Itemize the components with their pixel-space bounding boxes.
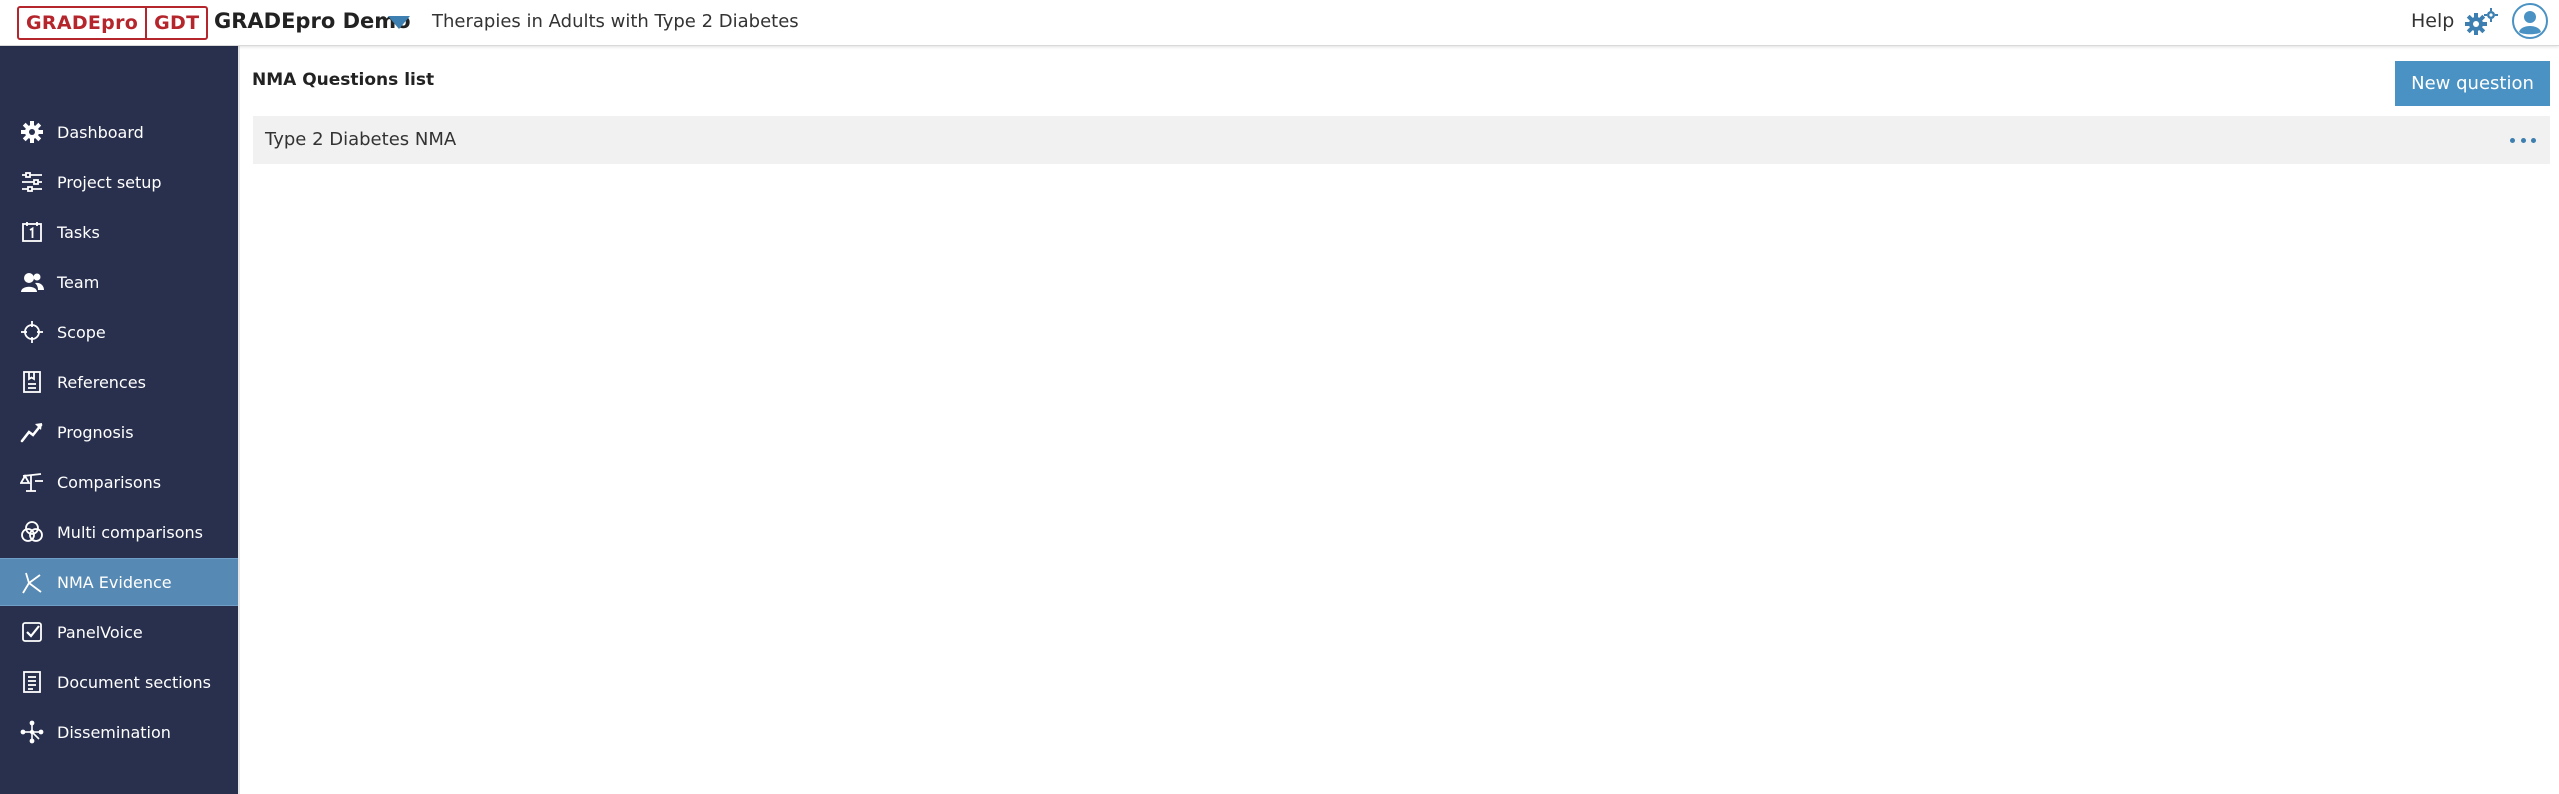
sidebar-item-dashboard[interactable]: Dashboard (0, 108, 238, 156)
logo-text-right: GDT (145, 8, 206, 38)
sidebar-item-label: Team (57, 272, 100, 292)
sidebar-item-prognosis[interactable]: Prognosis (0, 408, 238, 456)
sidebar-item-label: Dissemination (57, 722, 171, 742)
user-avatar-icon[interactable] (2512, 3, 2548, 39)
sidebar-item-document-sections[interactable]: Document sections (0, 658, 238, 706)
sidebar-item-dissemination[interactable]: Dissemination (0, 708, 238, 756)
share-nodes-icon (20, 720, 44, 744)
sidebar-item-project-setup[interactable]: Project setup (0, 158, 238, 206)
sidebar-item-scope[interactable]: Scope (0, 308, 238, 356)
sidebar-item-team[interactable]: Team (0, 258, 238, 306)
question-row[interactable]: Type 2 Diabetes NMA (253, 116, 2550, 164)
sidebar-item-label: PanelVoice (57, 622, 143, 642)
sidebar-item-label: Scope (57, 322, 106, 342)
checkbox-icon (20, 620, 44, 644)
more-dot (2520, 137, 2526, 143)
sidebar-item-label: Dashboard (57, 122, 144, 142)
scale-icon (20, 470, 44, 494)
gears-icon[interactable] (2462, 7, 2500, 37)
help-link[interactable]: Help (2411, 10, 2454, 32)
sidebar-item-label: Comparisons (57, 472, 162, 492)
calendar-icon (20, 220, 44, 244)
trend-icon (20, 420, 44, 444)
question-title: Type 2 Diabetes NMA (265, 129, 457, 150)
sidebar-item-label: Document sections (57, 672, 211, 692)
sidebar-item-multi-comparisons[interactable]: Multi comparisons (0, 508, 238, 556)
sidebar-item-label: NMA Evidence (57, 572, 172, 592)
top-bar: GRADEpro GDT GRADEpro Demo Therapies in … (0, 0, 2559, 46)
sidebar-item-label: Prognosis (57, 422, 134, 442)
sliders-icon (20, 170, 44, 194)
new-question-button[interactable]: New question (2395, 61, 2550, 106)
sidebar-item-label: Tasks (57, 222, 100, 242)
sidebar-item-panelvoice[interactable]: PanelVoice (0, 608, 238, 656)
gradepro-logo[interactable]: GRADEpro GDT (17, 6, 209, 40)
project-name[interactable]: GRADEpro Demo (214, 9, 411, 33)
sidebar-item-nma-evidence[interactable]: NMA Evidence (0, 558, 238, 606)
more-horizontal-icon[interactable] (2510, 130, 2536, 150)
page-title: NMA Questions list (252, 70, 435, 90)
venn-icon (20, 520, 44, 544)
crosshair-icon (20, 320, 44, 344)
sidebar-item-comparisons[interactable]: Comparisons (0, 458, 238, 506)
caret-down-icon[interactable] (388, 16, 410, 29)
project-title: Therapies in Adults with Type 2 Diabetes (432, 11, 799, 32)
sidebar-item-label: References (57, 372, 146, 392)
main-content: NMA Questions list New question Type 2 D… (238, 46, 2559, 794)
sidebar-item-tasks[interactable]: Tasks (0, 208, 238, 256)
gear-icon (20, 120, 44, 144)
sidebar-item-references[interactable]: References (0, 358, 238, 406)
sidebar-item-label: Multi comparisons (57, 522, 203, 542)
network-icon (20, 571, 44, 595)
document-icon (20, 670, 44, 694)
sidebar-item-label: Project setup (57, 172, 162, 192)
more-dot (2531, 137, 2536, 143)
more-dot (2510, 137, 2515, 143)
sidebar: Dashboard Project setup Tasks Team Scope… (0, 46, 238, 794)
team-icon (20, 270, 44, 294)
logo-text-left: GRADEpro (26, 12, 139, 34)
references-icon (20, 370, 44, 394)
